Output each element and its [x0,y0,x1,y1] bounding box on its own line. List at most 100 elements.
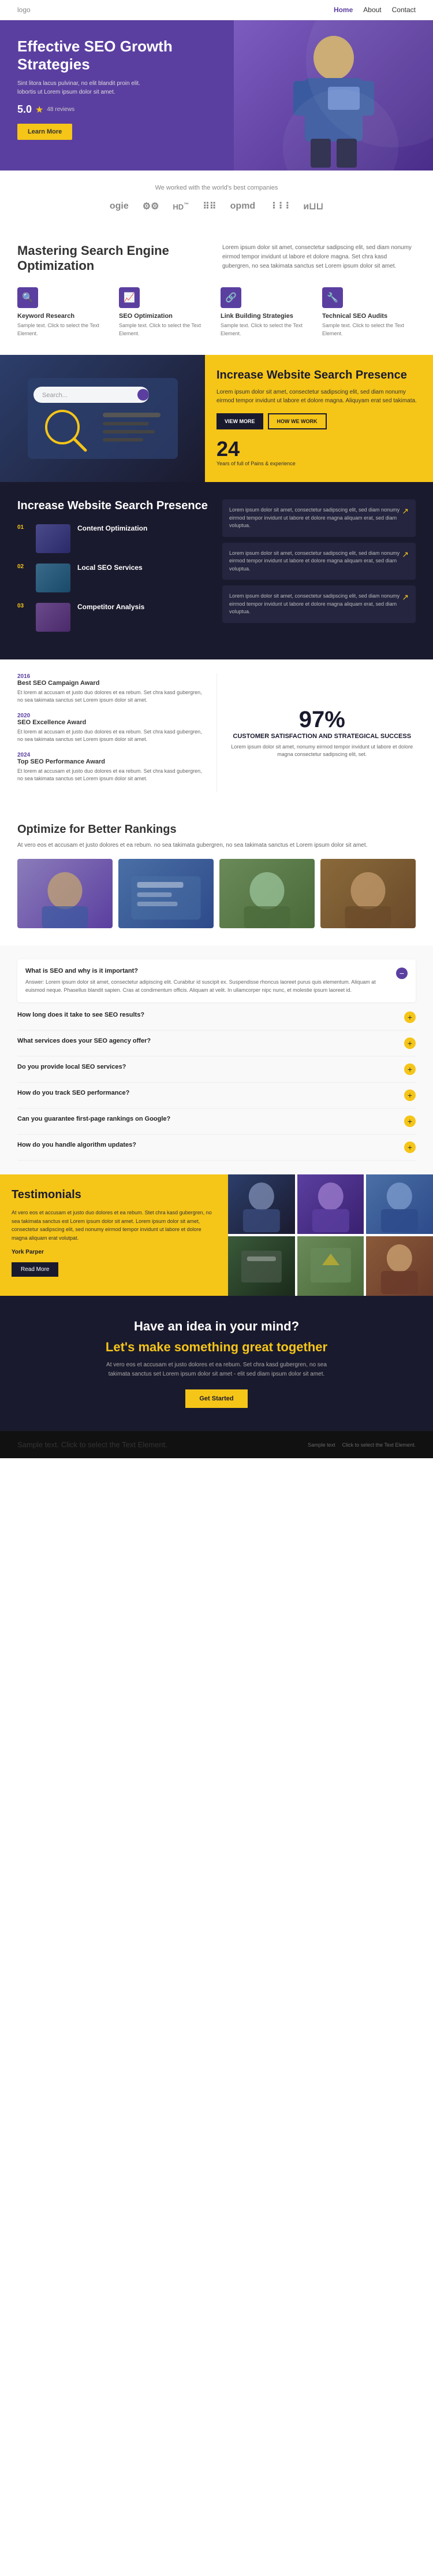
testimonial-img-2 [228,1236,295,1296]
faq-section: What is SEO and why is it important? Ans… [0,946,433,1175]
nav-links: Home About Contact [334,6,416,14]
faq-toggle-1[interactable]: − [396,968,408,979]
hero-title: Effective SEO Growth Strategies [17,38,216,73]
service-num-2: 02 [17,564,29,570]
keyword-research-icon: 🔍 [17,287,38,308]
cta-button[interactable]: Get Started [185,1389,247,1408]
faq-item-2[interactable]: How long does it take to see SEO results… [17,1005,416,1031]
service-detail-3: ↗ Lorem ipsum dolor sit amet, consectetu… [222,585,416,623]
increase-list-right: ↗ Lorem ipsum dolor sit amet, consectetu… [222,499,416,642]
testimonials-col-3 [366,1174,433,1296]
mastering-card-2-title: SEO Optimization [119,313,212,320]
faq-question-3: What services does your SEO agency offer… [17,1037,400,1044]
award-item-3: 2024 Top SEO Performance Award Et lorem … [17,752,205,782]
partners-title: We worked with the world's best companie… [17,184,416,191]
testimonials-read-more-button[interactable]: Read More [12,1262,58,1277]
faq-toggle-2[interactable]: + [404,1011,416,1023]
faq-question-2: How long does it take to see SEO results… [17,1011,400,1018]
search-visual: Search... [0,355,205,482]
cta-section: Have an idea in your mind? Let's make so… [0,1296,433,1431]
service-title-1: Content Optimization [77,524,147,532]
service-detail-text-1: Lorem ipsum dolor sit amet, consectetur … [229,506,409,530]
nav-home[interactable]: Home [334,6,353,14]
view-more-button[interactable]: VIEW MORE [216,413,263,429]
cta-desc: At vero eos et accusam et justo dolores … [101,1361,332,1379]
partner-logo-4: ⠿⠿ [203,201,216,212]
faq-item-6[interactable]: Can you guarantee first-page rankings on… [17,1109,416,1135]
footer-link-2[interactable]: Click to select the Text Element. [342,1442,416,1448]
faq-question-6: Can you guarantee first-page rankings on… [17,1115,400,1122]
award-title-2: SEO Excellence Award [17,719,205,726]
optimize-section: Optimize for Better Rankings At vero eos… [0,806,433,946]
faq-item-5[interactable]: How do you track SEO performance? + [17,1083,416,1109]
awards-list: 2016 Best SEO Campaign Award Et lorem at… [17,673,217,792]
faq-item-1[interactable]: What is SEO and why is it important? Ans… [17,959,416,1003]
partner-logo-3: HD™ [173,202,189,211]
faq-answer-1: Answer: Lorem ipsum dolor sit amet, cons… [25,978,391,995]
cta-title: Have an idea in your mind? [17,1319,416,1334]
mastering-card-3: 🔗 Link Building Strategies Sample text. … [221,287,314,338]
svg-text:Search...: Search... [42,392,68,399]
mastering-card-2-desc: Sample text. Click to select the Text El… [119,322,212,338]
faq-item-4[interactable]: Do you provide local SEO services? + [17,1057,416,1083]
nav-contact[interactable]: Contact [392,6,416,14]
testimonial-img-5 [366,1174,433,1234]
testimonials-section: Testimonials At vero eos et accusam et j… [0,1174,433,1296]
service-text-2: Local SEO Services [77,564,143,574]
optimize-img-1 [17,859,113,928]
faq-question-7: How do you handle algorithm updates? [17,1141,400,1148]
service-detail-text-3: Lorem ipsum dolor sit amet, consectetur … [229,592,409,616]
testimonial-img-1 [228,1174,295,1234]
partner-logo-1: ogie [110,201,129,212]
faq-toggle-3[interactable]: + [404,1037,416,1049]
testimonials-images [228,1174,433,1296]
service-item-3: 03 Competitor Analysis [17,603,211,632]
partner-logo-2: ⚙⚙ [143,201,159,212]
faq-toggle-6[interactable]: + [404,1115,416,1127]
hero-section: Effective SEO Growth Strategies Sint lit… [0,20,433,171]
hero-score: 5.0 [17,103,32,116]
seo-optimization-icon: 📈 [119,287,140,308]
arrow-icon-3: ↗ [402,592,409,602]
footer: Sample text. Click to select the Text El… [0,1431,433,1458]
optimize-desc: At vero eos et accusam et justo dolores … [17,841,416,850]
hero-cta-button[interactable]: Learn More [17,124,72,140]
award-year-2: 2020 [17,713,205,719]
service-text-1: Content Optimization [77,524,147,535]
hero-content: Effective SEO Growth Strategies Sint lit… [0,20,234,171]
mastering-card-3-desc: Sample text. Click to select the Text El… [221,322,314,338]
increase-banner-desc: Lorem ipsum dolor sit amet, consectetur … [216,388,421,405]
testimonial-author: York Parper [12,1249,216,1255]
how-we-work-button[interactable]: HOW WE WORK [268,413,327,429]
awards-section: 2016 Best SEO Campaign Award Et lorem at… [0,659,433,806]
testimonials-content: Testimonials At vero eos et accusam et j… [0,1174,228,1296]
satisfaction-desc: Lorem ipsum dolor sit amet, nonumy eirmo… [229,743,416,758]
award-title-3: Top SEO Performance Award [17,758,205,765]
hero-reviews: 48 reviews [47,106,74,113]
faq-toggle-7[interactable]: + [404,1141,416,1153]
years-label: Years of full of Pains & experience [216,461,421,466]
service-num-3: 03 [17,603,29,609]
mastering-title: Mastering Search Engine Optimization [17,243,211,273]
optimize-images [17,859,416,928]
service-img-1 [36,524,70,553]
optimize-title: Optimize for Better Rankings [17,823,416,836]
partner-logo-7: ᴎ⊔⊔ [303,201,323,212]
faq-toggle-5[interactable]: + [404,1089,416,1101]
service-title-2: Local SEO Services [77,564,143,572]
award-year-1: 2016 [17,673,205,680]
service-text-3: Competitor Analysis [77,603,144,613]
mastering-card-1-title: Keyword Research [17,313,111,320]
mastering-section: Mastering Search Engine Optimization Lor… [0,226,433,355]
faq-question-4: Do you provide local SEO services? [17,1063,400,1070]
faq-item-7[interactable]: How do you handle algorithm updates? + [17,1135,416,1161]
footer-link-1[interactable]: Sample text [308,1442,335,1448]
hero-star-icon: ★ [35,104,43,116]
award-item-2: 2020 SEO Excellence Award Et lorem at ac… [17,713,205,743]
increase-list-left: Increase Website Search Presence 01 Cont… [17,499,211,642]
service-detail-1: ↗ Lorem ipsum dolor sit amet, consectetu… [222,499,416,537]
years-badge: 24 [216,439,421,459]
faq-item-3[interactable]: What services does your SEO agency offer… [17,1031,416,1057]
nav-about[interactable]: About [363,6,381,14]
faq-toggle-4[interactable]: + [404,1063,416,1075]
